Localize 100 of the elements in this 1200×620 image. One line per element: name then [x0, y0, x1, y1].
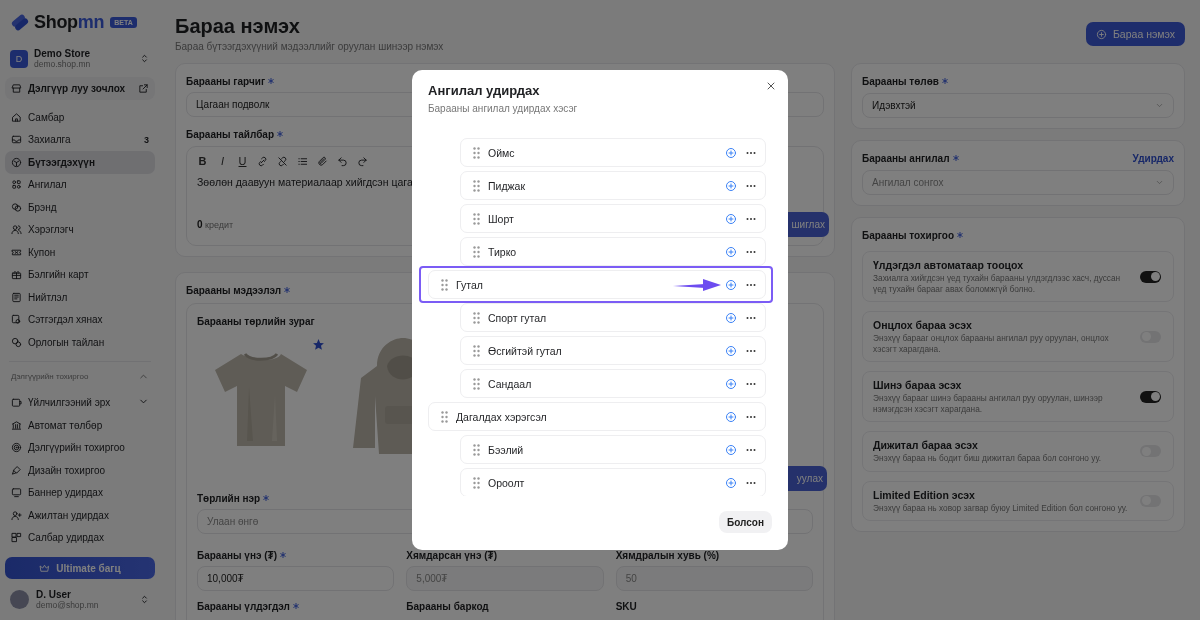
format-button[interactable]: B [197, 155, 208, 167]
add-button[interactable] [725, 410, 737, 423]
add-button[interactable] [725, 212, 737, 225]
field-label: Барааны төрлийн зураг [197, 315, 315, 327]
nav-item[interactable]: Хэрэглэгч [5, 218, 155, 241]
drag-handle-icon[interactable] [473, 311, 480, 324]
drag-handle-icon[interactable] [473, 245, 480, 258]
blocks-icon [11, 532, 22, 544]
page-title: Бараа нэмэх [175, 14, 301, 38]
nav-item[interactable]: Нийтлэл [5, 286, 155, 309]
users-icon [11, 224, 22, 236]
shapes-icon [11, 179, 22, 191]
plus-circle-icon [725, 377, 737, 390]
toggle-switch[interactable] [1140, 270, 1161, 283]
message-icon [11, 314, 22, 326]
category-item[interactable]: Дагалдах хэрэгсэл [428, 402, 766, 431]
add-button[interactable] [725, 179, 737, 192]
upgrade-button[interactable]: Ultimate багц [5, 557, 155, 579]
plus-circle-icon [725, 344, 737, 357]
field-label: Барааны тайлбар [186, 128, 274, 140]
required-icon [268, 78, 275, 84]
done-button[interactable]: Болсон [719, 511, 772, 533]
drag-handle-icon[interactable] [473, 146, 480, 159]
price-field[interactable]: 10,000₮ [197, 566, 395, 591]
store-name: Demo Store [34, 48, 92, 59]
nav-item[interactable]: Сэтгэгдэл хянах [5, 308, 155, 331]
category-item[interactable]: Пиджак [460, 171, 766, 200]
drag-handle-icon[interactable] [473, 476, 480, 489]
nav-item[interactable]: Самбар [5, 106, 155, 129]
wallet-icon [11, 397, 22, 409]
inbox-icon [11, 134, 22, 146]
nav-item[interactable]: Дизайн тохиргоо [5, 459, 155, 482]
field-label: Барааны төлөв [862, 75, 939, 87]
category-item[interactable]: Сандаал [460, 369, 766, 398]
field-label: Барааны ангилал [862, 152, 950, 164]
nav-item[interactable]: Бэлгийн карт [5, 263, 155, 286]
add-button[interactable] [725, 344, 737, 357]
user-avatar [10, 590, 29, 609]
status-select[interactable]: Идэвхтэй [862, 93, 1174, 118]
drag-handle-icon[interactable] [473, 443, 480, 456]
plus-circle-icon [725, 476, 737, 489]
field-label: Барааны тохиргоо [862, 229, 955, 241]
setting-title: Үлдэгдэл автоматаар тооцох [873, 259, 1025, 271]
nav-item[interactable]: Бүтээгдэхүүн [5, 151, 155, 174]
add-button[interactable] [725, 443, 737, 456]
category-item[interactable]: Гутал [428, 270, 766, 299]
add-product-button[interactable]: Бараа нэмэх [1085, 22, 1185, 46]
close-button[interactable] [765, 80, 777, 92]
add-button[interactable] [725, 245, 737, 258]
manage-link[interactable]: Удирдах [1132, 152, 1174, 164]
gift-icon [11, 269, 22, 281]
setting-title: Шинэ бараа эсэх [873, 379, 963, 391]
drag-handle-icon[interactable] [441, 410, 448, 423]
field-label: Барааны үнэ (₮) [197, 549, 277, 561]
nav-item[interactable]: Купон [5, 241, 155, 264]
nav-item[interactable]: Салбар удирдах [5, 526, 155, 549]
category-item[interactable]: Өсгийтэй гутал [460, 336, 766, 365]
bank-icon [11, 419, 22, 431]
drag-handle-icon[interactable] [473, 344, 480, 357]
nav-item[interactable]: Дэлгүүрийн тохиргоо [5, 436, 155, 459]
field-label: Хямдралын хувь (%) [615, 549, 720, 561]
visit-store-button[interactable]: Дэлгүүр луу зочлох [5, 77, 155, 100]
drag-handle-icon[interactable] [473, 377, 480, 390]
close-icon [765, 80, 777, 92]
nav-item[interactable]: Баннер удирдах [5, 481, 155, 504]
drag-handle-icon[interactable] [441, 278, 448, 291]
add-button[interactable] [725, 146, 737, 159]
category-item[interactable]: Тирко [460, 237, 766, 266]
unlink-icon [277, 155, 288, 167]
category-item[interactable]: Бээлий [460, 435, 766, 464]
nav-item[interactable]: Брэнд [5, 196, 155, 219]
format-button[interactable]: U [237, 155, 248, 167]
drag-handle-icon[interactable] [473, 179, 480, 192]
add-button[interactable] [725, 476, 737, 489]
drag-handle-icon[interactable] [473, 212, 480, 225]
user-email: demo@shop.mn [36, 600, 100, 610]
nav-item[interactable]: Ажилтан удирдах [5, 504, 155, 527]
setting-description: Энэхүү барааг онцлох барааны ангилал руу оруулан, онцлох хэсэгт харагдана. [873, 333, 1110, 354]
field-label: Барааны гарчиг [186, 75, 266, 87]
add-button[interactable] [725, 377, 737, 390]
crown-icon [39, 562, 51, 574]
nav-item[interactable]: Автомат төлбөр [5, 414, 155, 437]
category-item[interactable]: Спорт гутал [460, 303, 766, 332]
nav-item[interactable]: Үйлчилгээний эрх [5, 391, 155, 414]
star-icon[interactable] [312, 338, 325, 351]
nav-item[interactable]: Орлогын тайлан [5, 331, 155, 354]
add-button[interactable] [725, 311, 737, 324]
add-button[interactable] [725, 278, 737, 291]
category-item[interactable]: Шорт [460, 204, 766, 233]
logo-text: Shopmn [34, 11, 105, 33]
category-item[interactable]: Оймс [460, 138, 766, 167]
required-icon [280, 552, 286, 558]
circles-icon [11, 201, 22, 213]
toggle-switch[interactable] [1140, 390, 1161, 403]
format-button[interactable]: I [217, 155, 228, 167]
required-icon [941, 78, 948, 84]
required-icon [292, 603, 299, 609]
nav-item[interactable]: Захиалга 3 [5, 128, 155, 151]
field-label: Барааны баркод [406, 600, 489, 612]
nav-item[interactable]: Ангилал [5, 173, 155, 196]
